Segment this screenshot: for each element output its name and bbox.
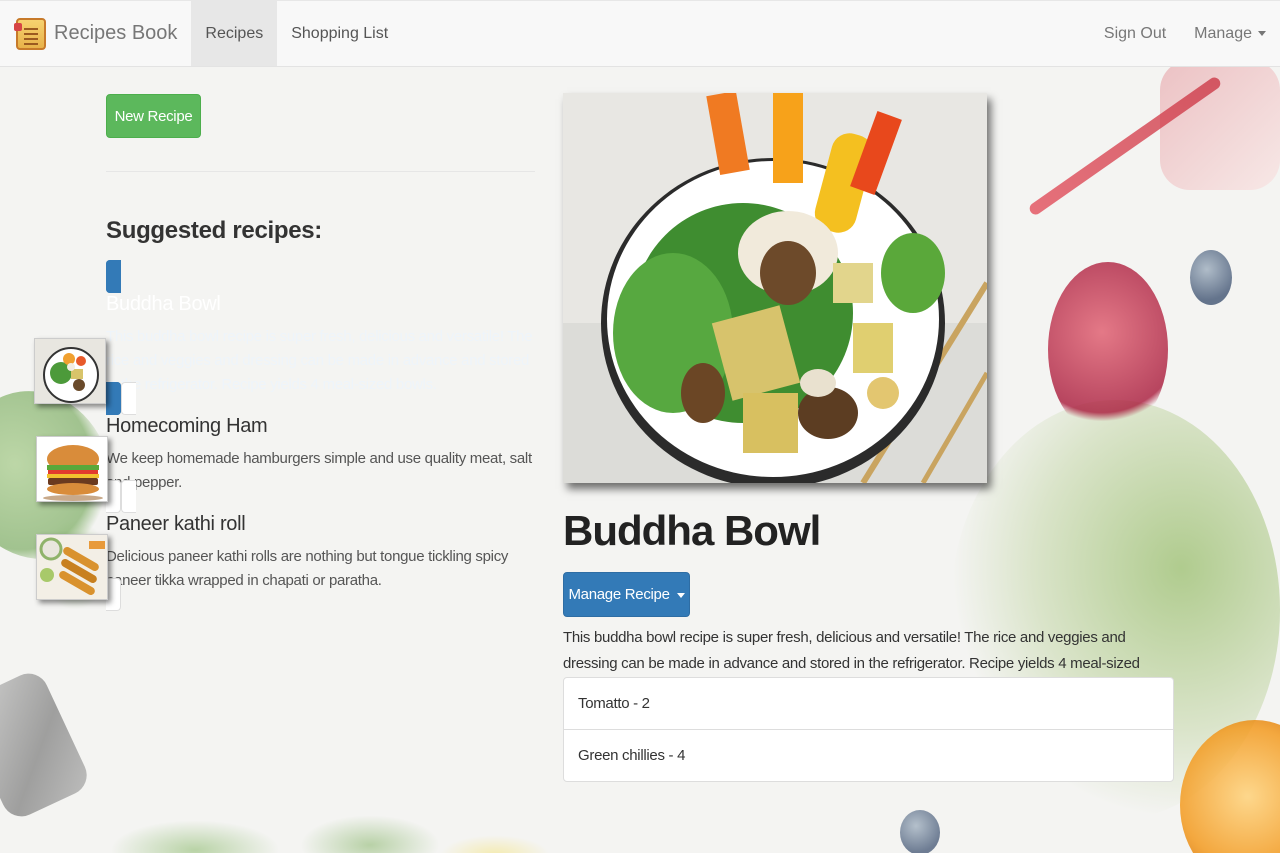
nav-tab-shopping-list[interactable]: Shopping List [277,1,402,66]
sign-out-link[interactable]: Sign Out [1090,1,1180,66]
recipe-item-title: Buddha Bowl [106,293,221,315]
recipe-item-description: We keep homemade hamburgers simple and u… [106,450,532,491]
nav-tab-recipes[interactable]: Recipes [191,1,278,66]
recipe-thumbnail [36,436,108,502]
brand-name: Recipes Book [54,22,178,44]
suggested-recipes-heading: Suggested recipes: [106,217,323,244]
recipe-hero-image [563,93,987,483]
recipe-item-description: This buddha bowl recipe is super fresh, … [106,328,533,393]
manage-recipe-label: Manage Recipe [568,586,670,603]
recipe-thumbnail [34,338,106,404]
recipe-item-title: Paneer kathi roll [106,513,246,535]
manage-dropdown[interactable]: Manage [1180,1,1280,66]
brand-link[interactable]: Recipes Book [0,1,191,66]
ingredient-item[interactable]: Tomatto - 2 [563,677,1174,730]
recipe-thumbnail [36,534,108,600]
ingredient-list: Tomatto - 2 Green chillies - 4 [563,677,1174,782]
navbar-right: Sign Out Manage [1090,1,1280,66]
recipe-book-logo-icon [14,17,46,50]
recipe-item-paneer-kathi-roll[interactable]: Paneer kathi roll Delicious paneer kathi… [36,480,535,611]
recipe-item-description: Delicious paneer kathi rolls are nothing… [106,548,509,589]
recipe-detail-title: Buddha Bowl [563,507,821,554]
ingredient-item[interactable]: Green chillies - 4 [563,729,1174,782]
navbar: Recipes Book Recipes Shopping List Sign … [0,0,1280,67]
main-content: New Recipe Suggested recipes: Buddha Bow… [0,67,1280,853]
manage-label: Manage [1194,24,1252,42]
caret-down-icon [676,592,685,598]
manage-recipe-dropdown-button[interactable]: Manage Recipe [563,572,690,617]
recipe-list: Buddha Bowl This buddha bowl recipe is s… [34,260,535,611]
caret-down-icon [1258,31,1266,36]
recipe-item-title: Homecoming Ham [106,415,268,437]
new-recipe-button[interactable]: New Recipe [106,94,201,138]
recipe-item-buddha-bowl[interactable]: Buddha Bowl This buddha bowl recipe is s… [34,260,535,415]
recipe-item-homecoming-ham[interactable]: Homecoming Ham We keep homemade hamburge… [36,382,535,513]
divider [106,171,535,172]
